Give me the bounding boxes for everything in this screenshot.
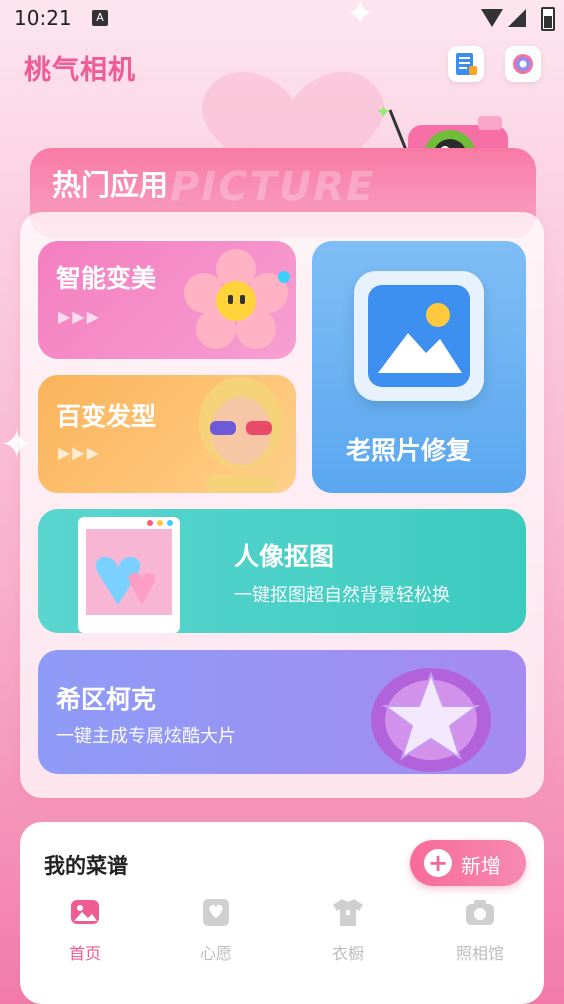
document-icon [456,53,477,75]
arrows-icon: ▶▶▶ [58,443,101,462]
tile-hairstyle[interactable]: 百变发型 ▶▶▶ [38,375,296,493]
nav-wish[interactable]: 心愿 [176,896,256,964]
tile-portrait-cutout-subtitle: 一键抠图超自然背景轻松换 [234,585,450,606]
sparkle-icon: ✦ [346,0,375,34]
tile-hitchcock-subtitle: 一键主成专属炫酷大片 [56,726,236,747]
arrows-icon: ▶▶▶ [58,307,101,326]
nav-closet-label: 衣橱 [331,944,364,963]
recipes-title: 我的菜谱 [44,854,128,878]
wish-icon [203,899,229,926]
tile-hitchcock[interactable]: 希区柯克 一键主成专属炫酷大片 [38,650,526,774]
settings-button[interactable] [505,46,541,82]
status-time: 10:21 [14,6,72,30]
gear-icon [513,54,533,74]
nav-wish-label: 心愿 [199,944,232,963]
tile-smart-beauty[interactable]: 智能变美 ▶▶▶ [38,241,296,359]
signal-icon [508,9,526,27]
hot-apps-watermark: PICTURE [170,164,376,210]
tshirt-icon [333,899,363,926]
nav-home-label: 首页 [68,944,101,963]
wifi-icon [481,9,503,27]
photo-frame [354,271,484,401]
image-icon [368,285,470,387]
nav-photo-studio-label: 照相馆 [455,944,504,963]
hot-apps-title: 热门应用 [52,168,169,202]
nav-home[interactable]: 首页 [45,896,125,964]
tile-hairstyle-label: 百变发型 [56,402,157,431]
notification-icon: A [92,10,108,26]
add-recipe-label: 新增 [461,854,501,878]
avatar-girl-icon [199,377,283,493]
flower-icon [184,249,290,349]
battery-icon [541,7,555,31]
nav-closet[interactable]: 衣橱 [308,896,388,964]
tile-portrait-cutout-label: 人像抠图 [234,542,335,571]
app-title: 桃气相机 [24,55,136,86]
plus-icon: + [424,849,452,877]
tile-smart-beauty-label: 智能变美 [56,264,157,293]
home-icon [71,900,99,924]
tile-hitchcock-label: 希区柯克 [56,685,157,714]
photo-card-icon [78,517,180,633]
tile-photo-restore-label: 老照片修复 [346,436,472,465]
crystal-star-icon [371,668,491,772]
camera-icon [466,900,494,925]
tile-photo-restore[interactable]: 老照片修复 [312,241,526,493]
svg-text:✦: ✦ [376,102,391,123]
status-bar: 10:21 A [0,0,564,36]
nav-photo-studio[interactable]: 照相馆 [440,896,520,964]
document-button[interactable] [448,46,484,82]
tile-portrait-cutout[interactable]: 人像抠图 一键抠图超自然背景轻松换 [38,509,526,633]
